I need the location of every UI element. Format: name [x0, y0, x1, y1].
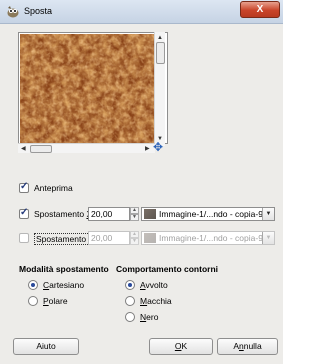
preview-checkbox[interactable]: [19, 181, 29, 193]
cancel-button[interactable]: Annulla: [217, 338, 278, 355]
close-button[interactable]: X: [240, 1, 280, 18]
comportamento-heading: Comportamento contorni: [116, 264, 218, 274]
spostamento-x-stepper[interactable]: ▲ ▼: [130, 207, 139, 221]
window-title: Sposta: [24, 6, 53, 16]
scroll-up-icon[interactable]: ▲: [157, 35, 163, 41]
decrement-icon[interactable]: ▼: [130, 214, 139, 221]
radio-cartesiano[interactable]: [28, 280, 38, 290]
spostamento-y-input[interactable]: 20,00: [88, 231, 130, 245]
increment-icon[interactable]: ▲: [130, 231, 139, 238]
spostamento-y-checkbox[interactable]: [19, 233, 29, 243]
vertical-scroll-thumb[interactable]: [156, 42, 165, 64]
spostamento-y-stepper[interactable]: ▲ ▼: [130, 231, 139, 245]
spostamento-y-source-combo[interactable]: Immagine-1/...ndo - copia-9 ▼: [141, 231, 275, 245]
modalita-heading: Modalità spostamento: [19, 264, 109, 274]
radio-macchia[interactable]: [125, 296, 135, 306]
radio-polare-label: Polare: [43, 296, 68, 306]
decrement-icon[interactable]: ▼: [130, 238, 139, 245]
radio-nero-label: Nero: [140, 312, 159, 322]
title-bar[interactable]: Sposta X: [0, 0, 283, 24]
navigate-arrows-icon[interactable]: ✥: [153, 141, 163, 153]
spostamento-x-source-combo[interactable]: Immagine-1/...ndo - copia-9 ▼: [141, 207, 275, 221]
spostamento-x-input[interactable]: 20,00: [88, 207, 130, 221]
increment-icon[interactable]: ▲: [130, 207, 139, 214]
scroll-left-icon[interactable]: ◀: [21, 146, 26, 152]
radio-cartesiano-label: Cartesiano: [43, 280, 85, 290]
chevron-down-icon[interactable]: ▼: [262, 232, 274, 244]
radio-avvolto-label: Avvolto: [140, 280, 168, 290]
preview-area[interactable]: [18, 32, 168, 144]
radio-nero[interactable]: [125, 312, 135, 322]
preview-label: Anteprima: [34, 183, 73, 193]
scroll-right-icon[interactable]: ▶: [145, 146, 150, 152]
spostamento-x-label: Spostamento X:: [34, 209, 95, 219]
radio-macchia-label: Macchia: [140, 296, 172, 306]
preview-vertical-scrollbar[interactable]: ▲ ▼: [154, 32, 165, 146]
radio-avvolto[interactable]: [125, 280, 135, 290]
image-thumbnail-icon: [144, 233, 156, 243]
horizontal-scroll-thumb[interactable]: [30, 145, 52, 153]
radio-polare[interactable]: [28, 296, 38, 306]
image-thumbnail-icon: [144, 209, 156, 219]
preview-image: [20, 34, 158, 143]
spostamento-x-checkbox[interactable]: [19, 207, 29, 219]
preview-horizontal-scrollbar[interactable]: ◀ ▶: [18, 143, 155, 153]
chevron-down-icon[interactable]: ▼: [262, 208, 274, 220]
ok-button[interactable]: OK: [149, 338, 213, 355]
help-button[interactable]: Aiuto: [13, 338, 79, 355]
gimp-wilber-icon: [7, 6, 19, 18]
